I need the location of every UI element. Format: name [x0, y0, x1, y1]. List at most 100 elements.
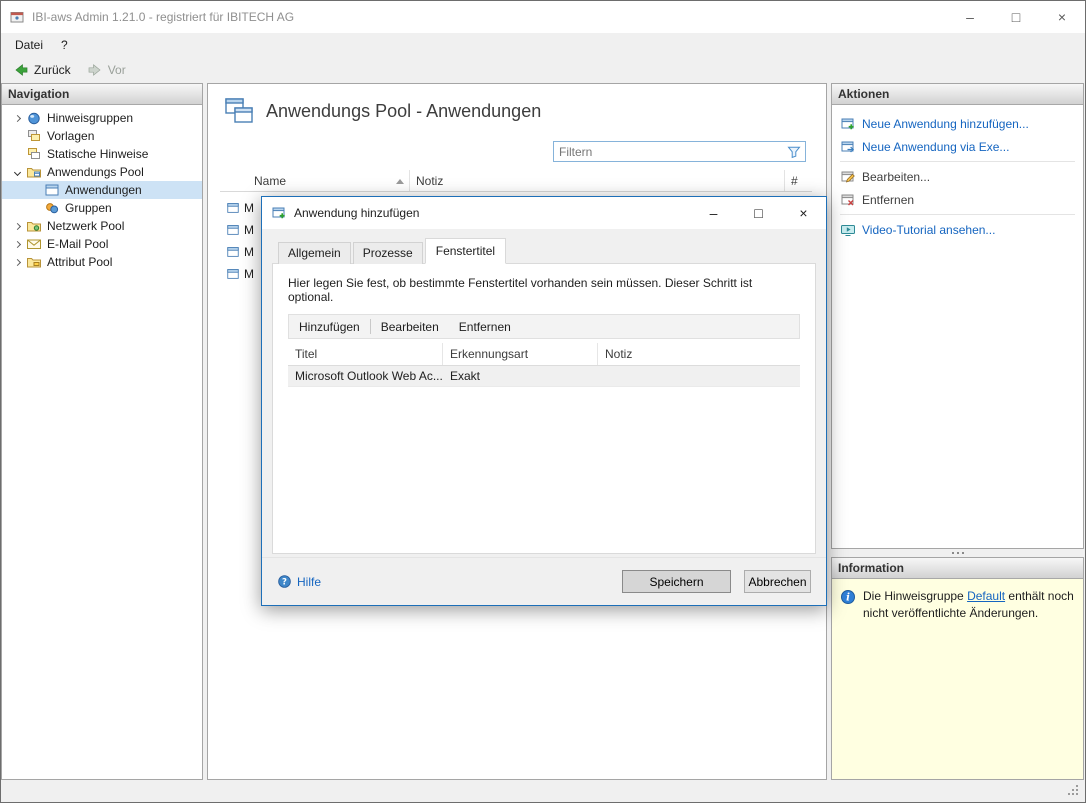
menu-help[interactable]: ?: [52, 35, 77, 55]
table-row[interactable]: Microsoft Outlook Web Ac... Exakt: [288, 366, 800, 387]
sidebar-item-hinweisgruppen[interactable]: Hinweisgruppen: [2, 109, 202, 127]
column-label: Notiz: [416, 174, 443, 188]
close-button[interactable]: ×: [1039, 1, 1085, 33]
menu-bar: Datei ?: [1, 33, 1085, 56]
groups-icon: [44, 200, 60, 216]
navigation-header: Navigation: [2, 84, 202, 105]
app-icon: [9, 9, 25, 25]
sort-ascending-icon: [396, 179, 404, 184]
divider: [840, 214, 1075, 215]
column-label: Name: [254, 174, 286, 188]
information-header: Information: [832, 558, 1083, 579]
cell-titel: Microsoft Outlook Web Ac...: [288, 366, 443, 386]
window-title-toolbar: Hinzufügen Bearbeiten Entfernen: [288, 314, 800, 339]
forward-label: Vor: [108, 63, 126, 77]
edit-icon: [840, 169, 856, 185]
right-column: Aktionen Neue Anwendung hinzufügen... Ne…: [831, 83, 1084, 780]
forward-button[interactable]: Vor: [80, 59, 133, 81]
tab-fenstertitel[interactable]: Fenstertitel: [425, 238, 506, 264]
sidebar-item-anwendungen[interactable]: Anwendungen: [2, 181, 202, 199]
column-header-name[interactable]: Name: [220, 170, 410, 191]
column-header-notiz[interactable]: Notiz: [598, 343, 800, 365]
page-title: Anwendungs Pool - Anwendungen: [266, 101, 541, 122]
resize-grip-icon[interactable]: [1068, 785, 1080, 797]
action-new-application[interactable]: Neue Anwendung hinzufügen...: [832, 112, 1083, 135]
navigation-tree: Hinweisgruppen Vorlagen Statische Hinwei…: [2, 105, 202, 271]
action-label: Neue Anwendung hinzufügen...: [862, 117, 1029, 131]
notice-groups-icon: [26, 110, 42, 126]
save-button[interactable]: Speichern: [622, 570, 731, 593]
column-header-count[interactable]: #: [785, 170, 812, 191]
sidebar-item-attribut-pool[interactable]: Attribut Pool: [2, 253, 202, 271]
edit-window-title-button[interactable]: Bearbeiten: [371, 315, 449, 338]
action-label: Neue Anwendung via Exe...: [862, 140, 1009, 154]
dialog-minimize-button[interactable]: –: [691, 197, 736, 229]
column-header-notiz[interactable]: Notiz: [410, 170, 785, 191]
applications-icon: [44, 182, 60, 198]
sidebar-item-label: Netzwerk Pool: [47, 219, 124, 233]
add-window-title-button[interactable]: Hinzufügen: [289, 315, 370, 338]
sidebar-item-label: Statische Hinweise: [47, 147, 148, 161]
remove-icon: [840, 192, 856, 208]
expand-chevron-right-icon[interactable]: [8, 260, 26, 265]
help-link[interactable]: ? Hilfe: [277, 574, 321, 589]
sidebar-item-gruppen[interactable]: Gruppen: [2, 199, 202, 217]
expand-chevron-right-icon[interactable]: [8, 224, 26, 229]
action-video-tutorial[interactable]: Video-Tutorial ansehen...: [832, 218, 1083, 241]
cell-erkennungsart: Exakt: [443, 366, 598, 386]
dialog-controls: – □ ×: [691, 197, 826, 229]
window-titles-table: Titel Erkennungsart Notiz Microsoft Outl…: [288, 343, 800, 387]
maximize-button[interactable]: □: [993, 1, 1039, 33]
sidebar-item-email-pool[interactable]: E-Mail Pool: [2, 235, 202, 253]
minimize-button[interactable]: –: [947, 1, 993, 33]
remove-window-title-button[interactable]: Entfernen: [449, 315, 521, 338]
information-body: i Die Hinweisgruppe Default enthält noch…: [832, 579, 1083, 779]
column-header-erkennungsart[interactable]: Erkennungsart: [443, 343, 598, 365]
cancel-button[interactable]: Abbrechen: [744, 570, 811, 593]
static-notices-icon: [26, 146, 42, 162]
dialog-maximize-button[interactable]: □: [736, 197, 781, 229]
filter-funnel-icon[interactable]: [786, 144, 802, 160]
sidebar-item-label: Gruppen: [65, 201, 112, 215]
action-new-application-via-exe[interactable]: Neue Anwendung via Exe...: [832, 135, 1083, 158]
application-icon: [226, 223, 240, 237]
action-remove[interactable]: Entfernen: [832, 188, 1083, 211]
menu-datei[interactable]: Datei: [6, 35, 52, 55]
table-header: Titel Erkennungsart Notiz: [288, 343, 800, 366]
action-label: Video-Tutorial ansehen...: [862, 223, 995, 237]
tab-allgemein[interactable]: Allgemein: [278, 242, 351, 264]
row-name: M: [244, 201, 254, 215]
dialog-close-button[interactable]: ×: [781, 197, 826, 229]
main-window: IBI-aws Admin 1.21.0 - registriert für I…: [0, 0, 1086, 803]
filter-box: [553, 141, 806, 162]
row-name: M: [244, 267, 254, 281]
panel-splitter[interactable]: [831, 549, 1084, 557]
column-header-titel[interactable]: Titel: [288, 343, 443, 365]
expand-chevron-right-icon[interactable]: [8, 242, 26, 247]
sidebar-item-statische-hinweise[interactable]: Statische Hinweise: [2, 145, 202, 163]
video-tutorial-icon: [840, 222, 856, 238]
back-button[interactable]: Zurück: [6, 59, 78, 81]
sidebar-item-anwendungs-pool[interactable]: Anwendungs Pool: [2, 163, 202, 181]
dialog-tabs: Allgemein Prozesse Fenstertitel: [262, 229, 826, 264]
network-pool-icon: [26, 218, 42, 234]
tab-prozesse[interactable]: Prozesse: [353, 242, 423, 264]
action-edit[interactable]: Bearbeiten...: [832, 165, 1083, 188]
default-group-link[interactable]: Default: [967, 589, 1005, 603]
row-name: M: [244, 223, 254, 237]
application-icon: [226, 245, 240, 259]
expand-chevron-down-icon[interactable]: [8, 170, 26, 175]
divider: [840, 161, 1075, 162]
filter-input[interactable]: [554, 145, 786, 159]
dialog-titlebar: Anwendung hinzufügen – □ ×: [262, 197, 826, 229]
sidebar-item-vorlagen[interactable]: Vorlagen: [2, 127, 202, 145]
information-panel: Information i Die Hinweisgruppe Default …: [831, 557, 1084, 780]
window-titlebar: IBI-aws Admin 1.21.0 - registriert für I…: [1, 1, 1085, 33]
applications-page-icon: [224, 97, 254, 125]
expand-chevron-right-icon[interactable]: [8, 116, 26, 121]
cell-notiz: [598, 366, 800, 386]
nav-toolbar: Zurück Vor: [1, 56, 1085, 83]
sidebar-item-netzwerk-pool[interactable]: Netzwerk Pool: [2, 217, 202, 235]
add-application-icon: [271, 205, 287, 221]
tab-description: Hier legen Sie fest, ob bestimmte Fenste…: [273, 264, 815, 314]
